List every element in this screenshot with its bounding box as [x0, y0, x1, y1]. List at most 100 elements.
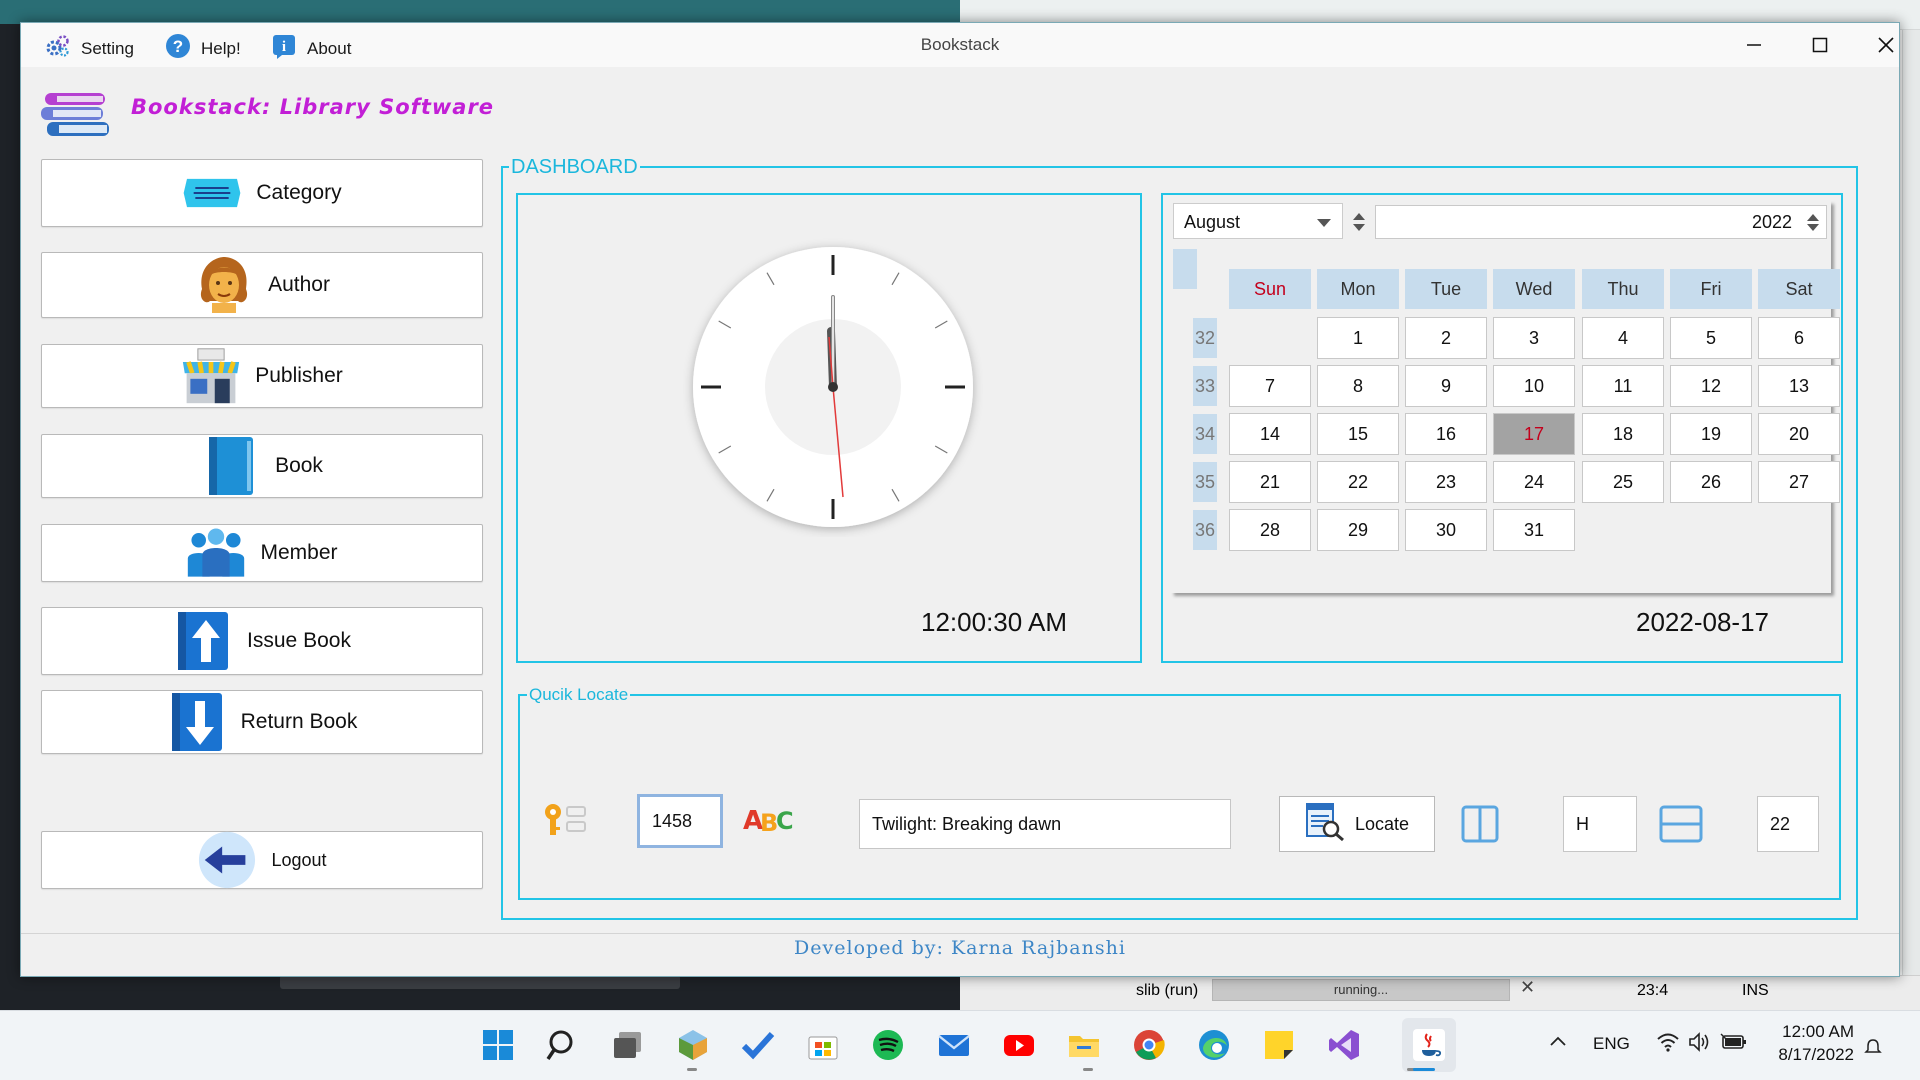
- month-spinner[interactable]: [1349, 205, 1369, 239]
- calendar-day[interactable]: 23: [1405, 461, 1487, 503]
- week-number: 32: [1193, 318, 1217, 358]
- author-icon: [194, 255, 254, 315]
- calendar-day[interactable]: 28: [1229, 509, 1311, 551]
- member-button[interactable]: Member: [41, 524, 483, 582]
- ide-insert-mode: INS: [1742, 982, 1769, 999]
- arrow-up-icon[interactable]: [1353, 213, 1365, 220]
- calendar-day[interactable]: 25: [1582, 461, 1664, 503]
- book-title-input[interactable]: Twilight: Breaking dawn: [859, 799, 1231, 849]
- calendar-day[interactable]: 22: [1317, 461, 1399, 503]
- publisher-button[interactable]: Publisher: [41, 344, 483, 408]
- weekday-header: Sun: [1229, 269, 1311, 309]
- publisher-label: Publisher: [255, 364, 343, 387]
- calendar-day[interactable]: 31: [1493, 509, 1575, 551]
- logout-label: Logout: [271, 849, 327, 870]
- calendar-day[interactable]: 2: [1405, 317, 1487, 359]
- minimize-icon[interactable]: [1727, 29, 1781, 61]
- book-button[interactable]: Book: [41, 434, 483, 498]
- calendar-day[interactable]: 26: [1670, 461, 1752, 503]
- calendar-day[interactable]: 3: [1493, 317, 1575, 359]
- logout-button[interactable]: Logout: [41, 831, 483, 889]
- spotify-icon[interactable]: [867, 1024, 909, 1066]
- background-scrollbar[interactable]: [1902, 30, 1920, 1010]
- battery-icon[interactable]: [1720, 1031, 1748, 1058]
- notification-icon[interactable]: [1864, 1038, 1882, 1061]
- calendar-day[interactable]: 4: [1582, 317, 1664, 359]
- issue-book-icon: [173, 611, 233, 671]
- running-indicator: [1083, 1068, 1093, 1071]
- return-book-button[interactable]: Return Book: [41, 690, 483, 754]
- file-explorer-icon[interactable]: [1063, 1024, 1105, 1066]
- calendar-day[interactable]: 1: [1317, 317, 1399, 359]
- locate-button[interactable]: Locate: [1279, 796, 1435, 852]
- clock-time[interactable]: 12:00 AM: [1762, 1022, 1854, 1042]
- netbeans-icon[interactable]: [672, 1024, 714, 1066]
- arrow-down-icon[interactable]: [1807, 223, 1819, 231]
- maximize-icon[interactable]: [1793, 29, 1847, 61]
- chevron-down-icon[interactable]: [1317, 219, 1331, 227]
- chrome-icon[interactable]: [1128, 1024, 1170, 1066]
- dashboard-legend: DASHBOARD: [509, 156, 640, 179]
- locate-search-icon: [1305, 802, 1345, 847]
- store-icon[interactable]: [802, 1024, 844, 1066]
- calendar-day[interactable]: 29: [1317, 509, 1399, 551]
- calendar-day[interactable]: 14: [1229, 413, 1311, 455]
- weeknum-header: [1173, 249, 1197, 289]
- issue-book-button[interactable]: Issue Book: [41, 607, 483, 675]
- calendar-day[interactable]: 16: [1405, 413, 1487, 455]
- wifi-icon[interactable]: [1656, 1031, 1680, 1058]
- windows-start-icon[interactable]: [477, 1024, 519, 1066]
- calendar-day[interactable]: 20: [1758, 413, 1840, 455]
- author-button[interactable]: Author: [41, 252, 483, 318]
- calendar-day[interactable]: 10: [1493, 365, 1575, 407]
- sticky-notes-icon[interactable]: [1258, 1024, 1300, 1066]
- arrow-up-icon[interactable]: [1807, 213, 1819, 221]
- category-button[interactable]: Category: [41, 159, 483, 227]
- calendar-day[interactable]: 24: [1493, 461, 1575, 503]
- analog-clock: [683, 237, 983, 542]
- app-title: Bookstack: Library Software: [131, 95, 495, 119]
- calendar-day[interactable]: 6: [1758, 317, 1840, 359]
- mail-icon[interactable]: [933, 1024, 975, 1066]
- clock-date[interactable]: 8/17/2022: [1762, 1045, 1854, 1065]
- running-indicator: [687, 1068, 697, 1071]
- ide-cursor-position: 23:4: [1637, 982, 1669, 999]
- calendar-day[interactable]: 11: [1582, 365, 1664, 407]
- calendar-day[interactable]: 8: [1317, 365, 1399, 407]
- calendar-day-selected[interactable]: 17: [1493, 413, 1575, 455]
- chevron-up-icon[interactable]: [1548, 1034, 1568, 1053]
- java-icon[interactable]: [1402, 1018, 1456, 1072]
- background-window-titlebar: [0, 0, 960, 24]
- calendar-day[interactable]: 9: [1405, 365, 1487, 407]
- shelf-input[interactable]: H: [1563, 796, 1637, 852]
- calendar-day[interactable]: 18: [1582, 413, 1664, 455]
- book-id-value: 1458: [652, 810, 693, 831]
- row-input[interactable]: 22: [1757, 796, 1819, 852]
- search-icon[interactable]: [542, 1024, 584, 1066]
- calendar-day[interactable]: 7: [1229, 365, 1311, 407]
- edge-icon[interactable]: [1193, 1024, 1235, 1066]
- year-field[interactable]: 2022: [1375, 205, 1827, 239]
- task-view-icon[interactable]: [607, 1024, 649, 1066]
- calendar-day[interactable]: 5: [1670, 317, 1752, 359]
- arrow-down-icon[interactable]: [1353, 224, 1365, 231]
- calendar-day[interactable]: 19: [1670, 413, 1752, 455]
- todo-icon[interactable]: [737, 1024, 779, 1066]
- youtube-icon[interactable]: [998, 1024, 1040, 1066]
- close-icon[interactable]: ✕: [1520, 977, 1535, 998]
- calendar-day[interactable]: 15: [1317, 413, 1399, 455]
- volume-icon[interactable]: [1688, 1031, 1712, 1058]
- calendar-day[interactable]: 21: [1229, 461, 1311, 503]
- calendar-day[interactable]: 27: [1758, 461, 1840, 503]
- calendar-day[interactable]: 13: [1758, 365, 1840, 407]
- book-id-input[interactable]: 1458: [637, 794, 723, 848]
- close-icon[interactable]: [1859, 29, 1913, 61]
- visual-studio-icon[interactable]: [1323, 1024, 1365, 1066]
- calendar-day[interactable]: 12: [1670, 365, 1752, 407]
- year-spinner[interactable]: [1803, 207, 1823, 237]
- book-title-value: Twilight: Breaking dawn: [872, 813, 1062, 834]
- calendar-day[interactable]: 30: [1405, 509, 1487, 551]
- shelf-row-icon: [1659, 805, 1703, 848]
- month-value: August: [1184, 212, 1241, 232]
- language-indicator[interactable]: ENG: [1593, 1034, 1630, 1054]
